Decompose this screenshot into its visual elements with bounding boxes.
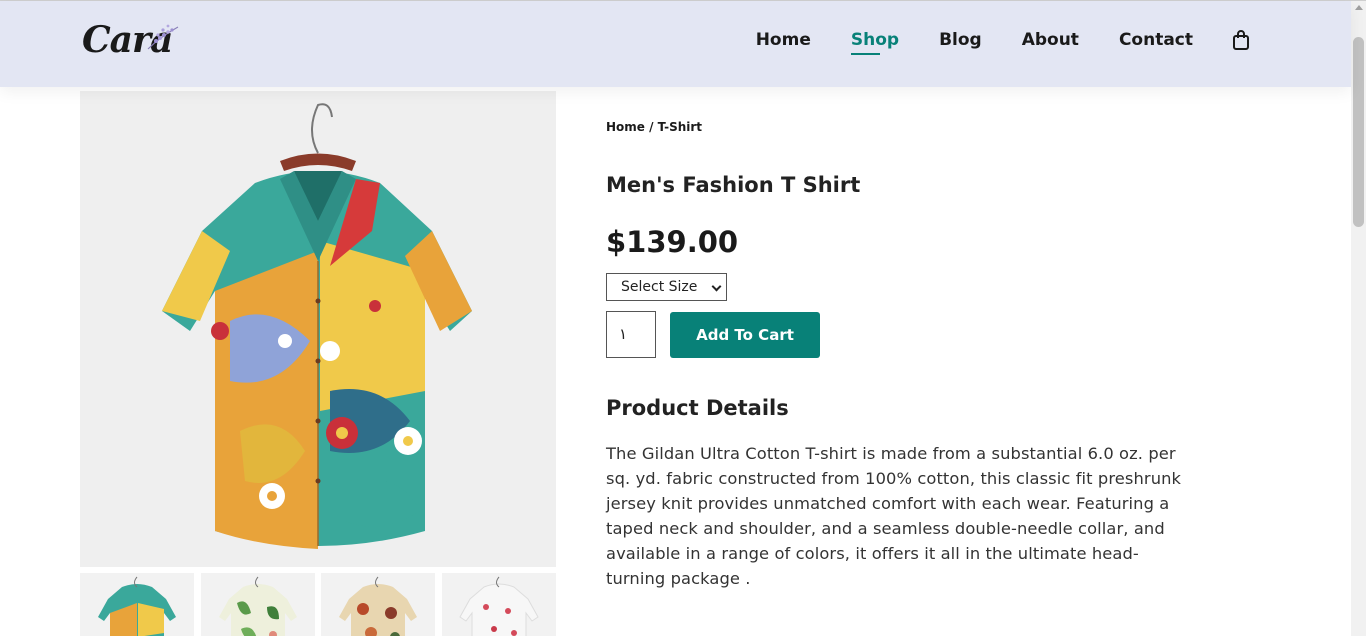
thumbnail-3[interactable] xyxy=(321,573,436,636)
nav-blog[interactable]: Blog xyxy=(939,30,982,50)
product-description: The Gildan Ultra Cotton T-shirt is made … xyxy=(606,444,1182,588)
logo[interactable]: Cara xyxy=(82,19,182,67)
product-title: Men's Fashion T Shirt xyxy=(606,173,861,197)
chevron-down-icon xyxy=(711,281,722,292)
nav-shop[interactable]: Shop xyxy=(850,30,899,55)
size-select[interactable]: Select Size xyxy=(606,273,727,301)
product-details-heading: Product Details xyxy=(606,396,789,420)
scroll-up-arrow-icon[interactable] xyxy=(1355,5,1363,10)
main-nav: Home Shop Blog About Contact xyxy=(716,29,1251,55)
add-to-cart-button[interactable]: Add To Cart xyxy=(670,312,820,358)
scrollbar-thumb[interactable] xyxy=(1353,37,1364,227)
breadcrumb: Home / T-Shirt xyxy=(606,120,703,134)
thumbnail-4[interactable] xyxy=(441,573,556,636)
main-product-image xyxy=(80,91,556,567)
quantity-input[interactable]: ١ xyxy=(606,311,656,358)
size-select-value: Select Size xyxy=(621,279,698,295)
site-header: Cara Home Shop Blog About Contact xyxy=(0,1,1351,87)
nav-home[interactable]: Home xyxy=(756,30,811,50)
scrollbar[interactable] xyxy=(1351,1,1366,636)
nav-about[interactable]: About xyxy=(1022,30,1079,50)
thumbnail-1[interactable] xyxy=(80,573,194,636)
lavender-sprig-icon xyxy=(147,24,179,50)
thumbnail-2[interactable] xyxy=(200,573,315,636)
thumbnail-strip xyxy=(80,573,556,636)
nav-contact[interactable]: Contact xyxy=(1119,30,1193,50)
shopping-bag-icon[interactable] xyxy=(1231,29,1251,51)
product-price: $139.00 xyxy=(606,225,739,259)
